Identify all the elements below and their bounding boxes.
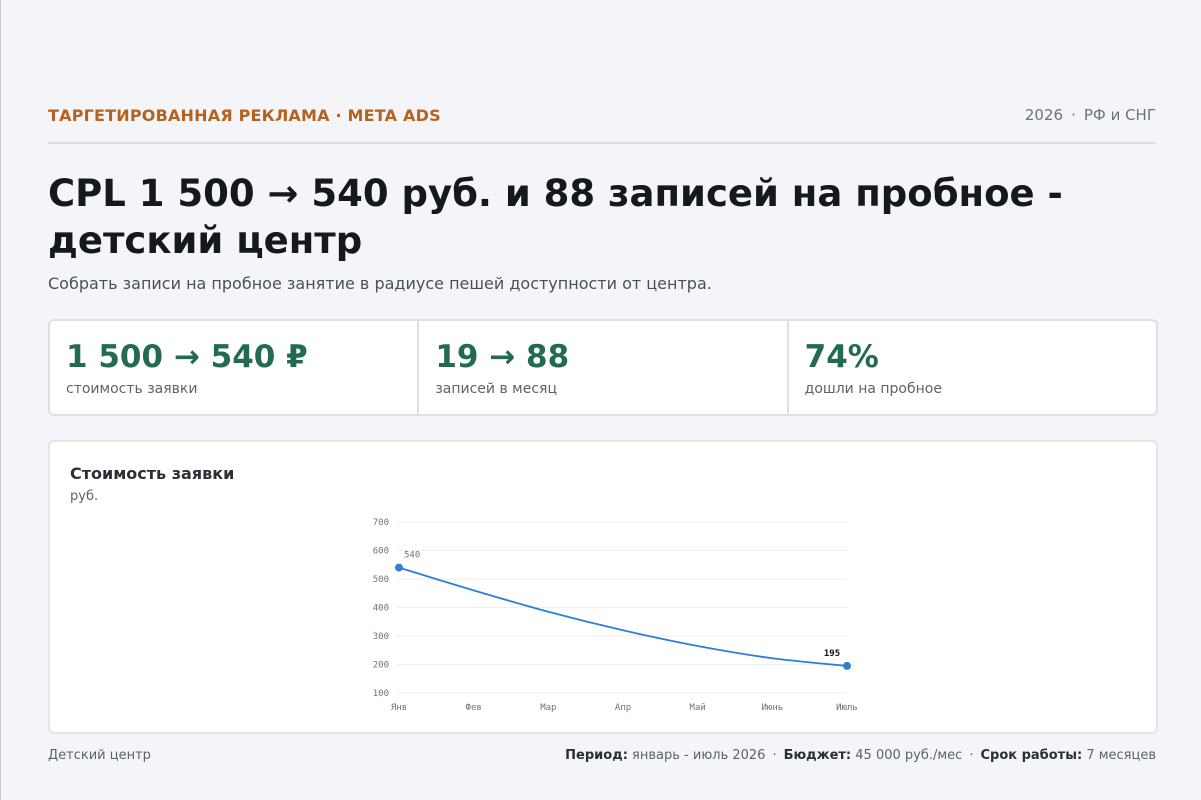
x-tick-label: Май: [690, 703, 706, 713]
series-line: [398, 566, 848, 667]
period-value: январь - июль 2026: [632, 748, 766, 763]
kpi-label: стоимость заявки: [66, 381, 198, 397]
term-label: Срок работы:: [980, 748, 1083, 763]
kpi-panel: 1 500 → 540 ₽ стоимость заявки 19 → 88 з…: [48, 319, 1158, 416]
category-label: ТАРГЕТИРОВАННАЯ РЕКЛАМА · META ADS: [48, 106, 441, 125]
kpi-label: дошли на пробное: [804, 381, 942, 397]
kpi-attendance: 74% дошли на пробное: [789, 321, 1156, 414]
y-tick-label: 200: [373, 661, 389, 671]
meta-info: 2026 · РФ и СНГ: [1025, 106, 1156, 124]
x-tick-label: Июль: [836, 703, 858, 713]
cpl-line-chart: 100 200 300 400 500 600 700 Янв Фев Мар Апр Май Июнь…: [373, 518, 858, 713]
term-value: 7 месяцев: [1086, 748, 1156, 763]
y-tick-label: 500: [373, 575, 389, 585]
kpi-cpl: 1 500 → 540 ₽ стоимость заявки: [50, 321, 420, 414]
year-label: 2026: [1024, 106, 1064, 124]
page-subtitle: Собрать записи на пробное занятие в ради…: [48, 274, 712, 293]
data-label: 195: [824, 649, 840, 659]
kpi-value: 74%: [804, 339, 879, 375]
data-point: [395, 563, 403, 572]
x-tick-label: Янв: [391, 703, 407, 713]
y-tick-label: 400: [373, 604, 389, 614]
footer-separator: ·: [772, 748, 777, 763]
y-tick-label: 300: [373, 632, 389, 642]
header-divider: [48, 142, 1156, 144]
data-label: 540: [404, 551, 420, 561]
region-label: РФ и СНГ: [1083, 106, 1156, 124]
y-tick-label: 700: [373, 518, 389, 528]
footer-separator: ·: [969, 748, 974, 763]
page-title: CPL 1 500 → 540 руб. и 88 записей на про…: [48, 172, 1063, 262]
chart-card: Стоимость заявки руб. 100 200 300 400 500 600…: [48, 440, 1158, 734]
kpi-signups: 19 → 88 записей в месяц: [419, 321, 789, 414]
client-label: Детский центр: [48, 748, 151, 763]
period-label: Период:: [565, 748, 628, 763]
meta-separator: ·: [1071, 106, 1076, 124]
data-point: [843, 661, 851, 670]
y-tick-label: 600: [373, 547, 389, 557]
budget-value: 45 000 руб./мес: [855, 748, 963, 763]
budget-label: Бюджет:: [783, 748, 852, 763]
y-tick-label: 100: [373, 689, 389, 699]
x-tick-label: Мар: [540, 703, 556, 713]
top-bar: ТАРГЕТИРОВАННАЯ РЕКЛАМА · META ADS 2026 ·…: [48, 104, 1156, 128]
x-tick-label: Апр: [615, 703, 631, 713]
x-tick-label: Июнь: [761, 703, 783, 713]
kpi-value: 1 500 → 540 ₽: [66, 339, 308, 375]
kpi-value: 19 → 88: [435, 339, 570, 375]
x-tick-label: Фев: [466, 703, 482, 713]
kpi-label: записей в месяц: [435, 381, 557, 397]
project-meta: Период: январь - июль 2026 · Бюджет: 45 00…: [565, 748, 1156, 763]
